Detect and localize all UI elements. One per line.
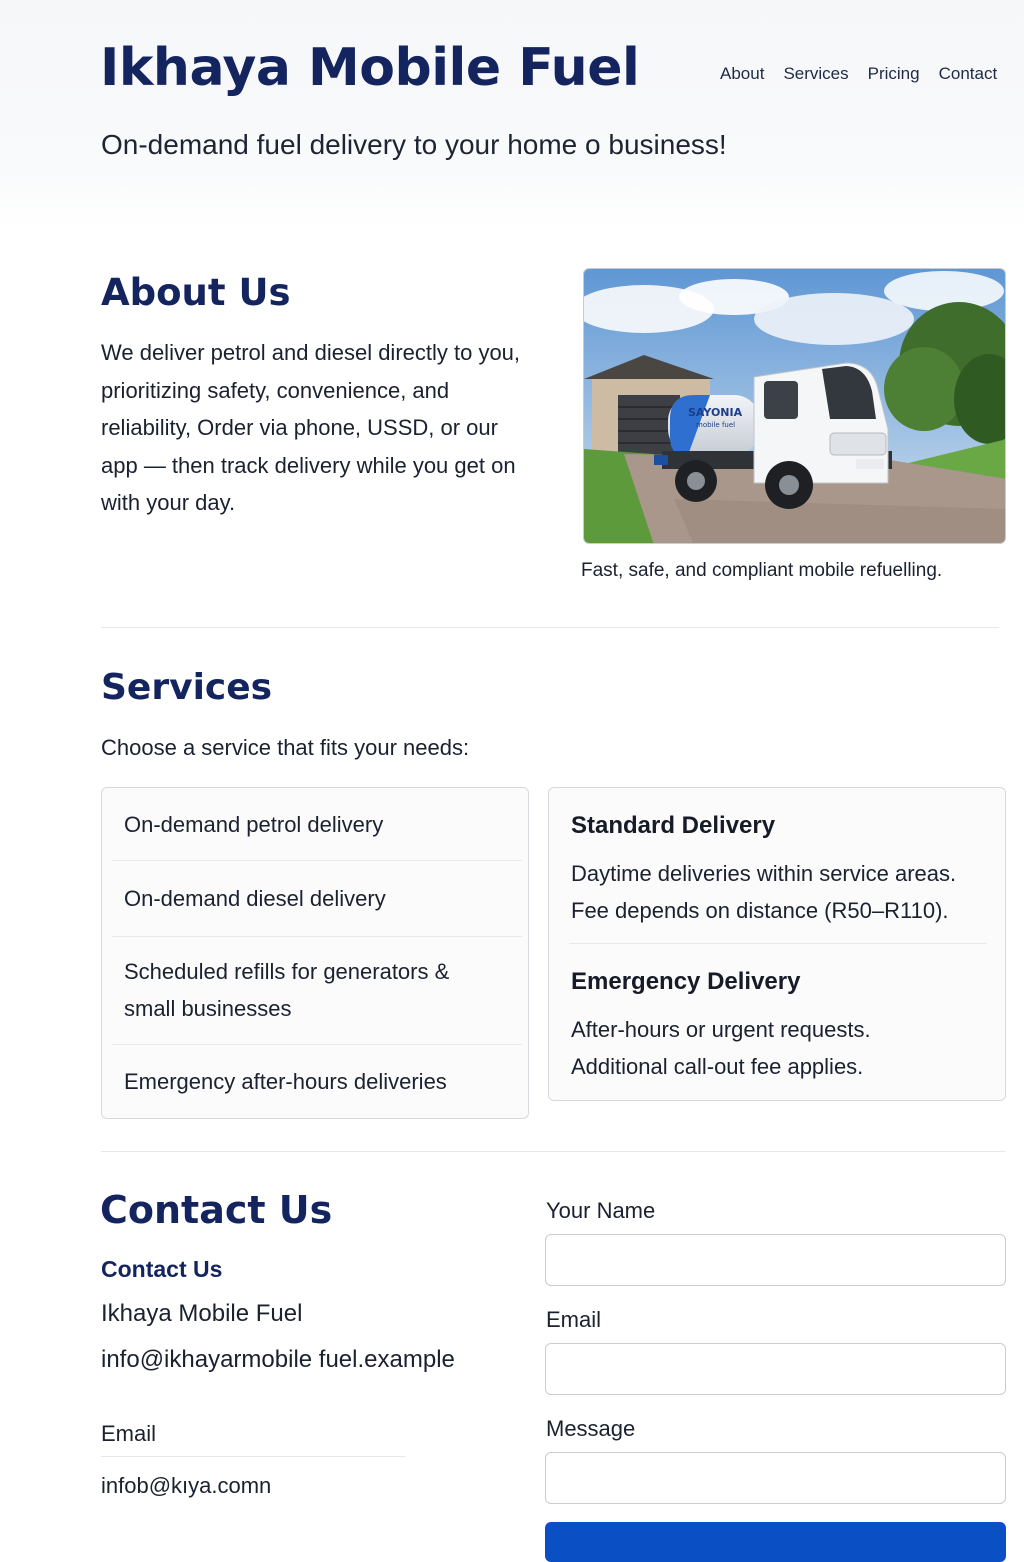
contact-divider: [101, 1456, 406, 1457]
emergency-delivery-title: Emergency Delivery: [571, 968, 801, 995]
standard-delivery-line-1: Daytime deliveries within service areas.: [571, 861, 957, 886]
message-field-label: Message: [546, 1416, 636, 1441]
site-header: Ikhaya Mobile Fuel On-demand fuel delive…: [0, 0, 1024, 228]
contact-heading: Contact Us: [100, 1188, 333, 1232]
service-item-diesel[interactable]: On-demand diesel delivery: [124, 880, 504, 917]
services-intro: Choose a service that fits your needs:: [101, 735, 470, 760]
nav-link-about[interactable]: About: [720, 64, 764, 84]
list-divider: [112, 936, 522, 937]
name-field[interactable]: [545, 1234, 1006, 1286]
contact-email-label: Email: [101, 1421, 157, 1446]
truck-tank-text: SAYONIA: [688, 406, 743, 419]
standard-delivery-title: Standard Delivery: [571, 812, 776, 839]
service-item-petrol[interactable]: On-demand petrol delivery: [124, 806, 504, 843]
truck-photo-illustration: SAYONIA mobile fuel: [584, 269, 1005, 543]
card-divider: [569, 943, 987, 944]
contact-email-link[interactable]: info@ikhayarmobile fuel.example: [101, 1346, 455, 1374]
emergency-delivery-line-1: After-hours or urgent requests.: [571, 1017, 871, 1042]
contact-company: Ikhaya Mobile Fuel: [101, 1300, 303, 1327]
service-item-emergency[interactable]: Emergency after-hours deliveries: [124, 1063, 514, 1100]
contact-email-secondary[interactable]: infob@kıya.comn: [101, 1473, 271, 1499]
contact-subheading: Contact Us: [101, 1256, 223, 1282]
nav-link-services[interactable]: Services: [783, 64, 848, 84]
list-divider: [112, 860, 522, 861]
nav-link-pricing[interactable]: Pricing: [868, 64, 920, 84]
list-divider: [112, 1044, 522, 1045]
brand-title[interactable]: Ikhaya Mobile Fuel: [100, 38, 640, 98]
services-list: On-demand petrol delivery On-demand dies…: [101, 787, 529, 1119]
section-divider: [101, 627, 999, 628]
standard-delivery-line-2: Fee depends on distance (R50–R110).: [571, 898, 949, 923]
about-heading: About Us: [101, 271, 291, 314]
delivery-options-card: Standard Delivery Daytime deliveries wit…: [548, 787, 1006, 1101]
email-field-label: Email: [546, 1307, 602, 1332]
truck-photo: SAYONIA mobile fuel: [583, 268, 1006, 544]
submit-button[interactable]: [545, 1522, 1006, 1562]
email-field[interactable]: [545, 1343, 1006, 1395]
service-item-scheduled-refills[interactable]: Scheduled refills for generators & small…: [124, 953, 469, 1027]
truck-tank-subtext: mobile fuel: [696, 421, 735, 429]
services-heading: Services: [101, 667, 273, 708]
header-tagline: On-demand fuel delivery to your home o b…: [101, 129, 727, 160]
message-field[interactable]: [545, 1452, 1006, 1504]
nav-link-contact[interactable]: Contact: [939, 64, 998, 84]
section-divider: [101, 1151, 1006, 1152]
photo-caption: Fast, safe, and compliant mobile refuell…: [581, 560, 943, 581]
main-nav: About Services Pricing Contact: [720, 64, 1024, 84]
name-field-label: Your Name: [546, 1198, 656, 1223]
about-body: We deliver petrol and diesel directly to…: [101, 340, 521, 516]
emergency-delivery-line-2: Additional call-out fee applies.: [571, 1054, 864, 1079]
